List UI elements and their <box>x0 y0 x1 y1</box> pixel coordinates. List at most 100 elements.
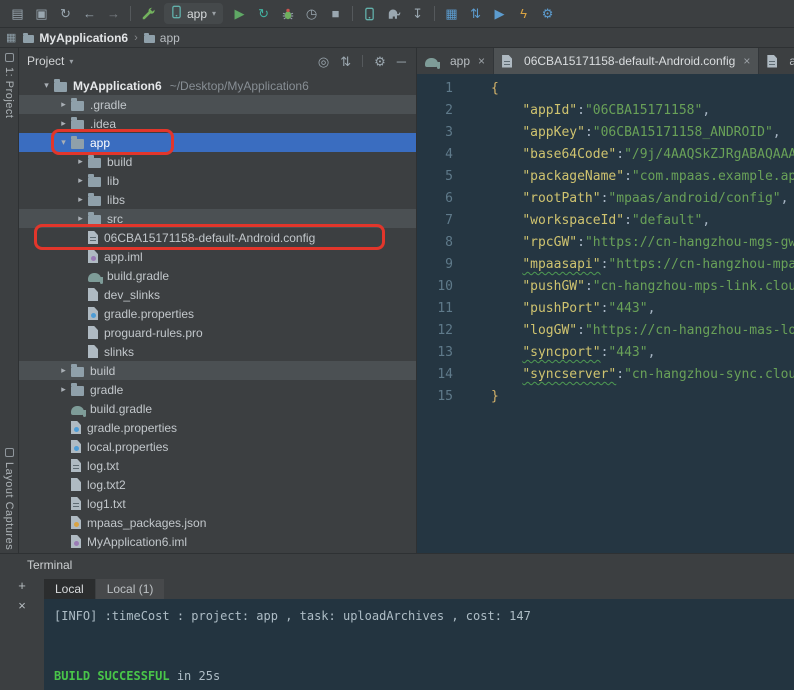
window-tool-toggle-icon[interactable]: ▦ <box>6 31 16 44</box>
tree-item-myapplication6-iml[interactable]: MyApplication6.iml <box>19 532 416 551</box>
settings-icon[interactable]: ⚙ <box>540 6 555 22</box>
save-all-icon[interactable]: ▣ <box>34 6 49 22</box>
editor-tab-app[interactable]: app× <box>417 48 494 74</box>
tree-chevron-icon[interactable]: ▸ <box>73 194 88 205</box>
layout-captures-tool-button[interactable]: Layout Captures <box>0 448 18 550</box>
tree-item-build[interactable]: ▸build <box>19 361 416 380</box>
tree-item-06cba15171158-default-android-config[interactable]: 06CBA15171158-default-Android.config <box>19 228 416 247</box>
tree-item-proguard-rules-pro[interactable]: proguard-rules.pro <box>19 323 416 342</box>
line-number: 14 <box>417 364 461 386</box>
project-tool-label: 1: Project <box>3 67 15 118</box>
layout-inspector-icon[interactable]: ▦ <box>444 6 459 22</box>
run-icon[interactable]: ▶ <box>232 6 247 22</box>
tree-item-local-properties[interactable]: local.properties <box>19 437 416 456</box>
gradle-icon <box>88 273 101 282</box>
gradle-sync-icon[interactable] <box>386 6 401 22</box>
lightning-icon[interactable]: ϟ <box>516 6 531 22</box>
terminal-new-session-button[interactable]: + <box>14 579 30 592</box>
folder-icon <box>71 139 84 149</box>
tree-item-log-txt[interactable]: log.txt <box>19 456 416 475</box>
locate-file-icon[interactable]: ◎ <box>318 55 329 68</box>
tree-chevron-icon[interactable]: ▸ <box>73 213 88 224</box>
tree-item-app[interactable]: ▾app <box>19 133 416 152</box>
tree-item-gradle-properties[interactable]: gradle.properties <box>19 304 416 323</box>
code-line: 3 "appKey":"06CBA15171158_ANDROID", <box>417 122 794 144</box>
code-line: 4 "base64Code":"/9j/4AAQSkZJRgABAQAAAQAB… <box>417 144 794 166</box>
terminal-tabs: LocalLocal (1) <box>44 576 794 599</box>
tree-item-label: app.iml <box>104 250 143 264</box>
terminal-output[interactable]: [INFO] :timeCost : project: app , task: … <box>44 599 794 690</box>
tree-item-label: dev_slinks <box>104 288 160 302</box>
tree-chevron-icon[interactable]: ▸ <box>73 156 88 167</box>
file-icon <box>88 288 98 301</box>
tree-item-lib[interactable]: ▸lib <box>19 171 416 190</box>
folder-icon <box>23 35 34 43</box>
gradle-icon <box>71 406 84 415</box>
tree-item-log1-txt[interactable]: log1.txt <box>19 494 416 513</box>
device-manager-icon[interactable] <box>362 6 377 22</box>
code-editor[interactable]: 1{2 "appId":"06CBA15171158",3 "appKey":"… <box>417 74 794 553</box>
tree-chevron-icon[interactable]: ▸ <box>56 118 71 129</box>
editor-tab-06cba15171158-default-android-config[interactable]: 06CBA15171158-default-Android.config× <box>494 48 759 74</box>
hide-panel-icon[interactable]: ─ <box>397 55 406 68</box>
build-icon[interactable] <box>140 6 155 22</box>
forward-icon[interactable]: → <box>106 6 121 22</box>
editor-tab-app[interactable]: app <box>759 48 794 74</box>
back-icon[interactable]: ← <box>82 6 97 22</box>
tree-item-idea[interactable]: ▸.idea <box>19 114 416 133</box>
breadcrumb-item-myapplication6[interactable]: MyApplication6 <box>23 31 128 45</box>
project-tool-button[interactable]: 1: Project <box>0 53 18 118</box>
line-number: 9 <box>417 254 461 276</box>
tree-chevron-icon[interactable]: ▸ <box>56 365 71 376</box>
tree-item-build-gradle[interactable]: build.gradle <box>19 399 416 418</box>
line-number: 3 <box>417 122 461 144</box>
apply-changes-icon[interactable]: ↻ <box>256 6 271 22</box>
tree-item-mpaas-packages-json[interactable]: mpaas_packages.json <box>19 513 416 532</box>
editor-area: app×06CBA15171158-default-Android.config… <box>417 48 794 553</box>
properties-file-icon <box>88 307 98 320</box>
line-number: 6 <box>417 188 461 210</box>
close-icon[interactable]: × <box>743 54 750 68</box>
tree-item-myapplication6[interactable]: ▾MyApplication6~/Desktop/MyApplication6 <box>19 76 416 95</box>
code-line: 7 "workspaceId":"default", <box>417 210 794 232</box>
tree-item-gradle-properties[interactable]: gradle.properties <box>19 418 416 437</box>
terminal-tab-local[interactable]: Local <box>44 579 95 599</box>
line-number: 5 <box>417 166 461 188</box>
project-view-selector[interactable]: Project ▾ <box>27 54 73 68</box>
tree-chevron-icon[interactable]: ▸ <box>56 99 71 110</box>
sync-publish-icon[interactable]: ⇅ <box>468 6 483 22</box>
terminal-close-button[interactable]: × <box>14 599 30 612</box>
open-icon[interactable]: ▤ <box>10 6 25 22</box>
stop-icon[interactable]: ■ <box>328 6 343 22</box>
collapse-all-icon[interactable]: ⇅ <box>340 55 351 68</box>
gradle-icon <box>425 58 438 67</box>
tree-item-label: build <box>107 155 132 169</box>
run-config-selector[interactable]: app▾ <box>164 3 223 24</box>
tree-item-gradle[interactable]: ▸.gradle <box>19 95 416 114</box>
tree-item-build[interactable]: ▸ build <box>19 152 416 171</box>
breadcrumb-item-app[interactable]: app <box>144 31 180 45</box>
tree-item-log-txt2[interactable]: log.txt2 <box>19 475 416 494</box>
tree-item-src[interactable]: ▸src <box>19 209 416 228</box>
close-icon[interactable]: × <box>478 54 485 68</box>
tree-item-path: ~/Desktop/MyApplication6 <box>170 79 309 93</box>
pane-settings-icon[interactable]: ⚙ <box>374 55 386 68</box>
tree-item-libs[interactable]: ▸libs <box>19 190 416 209</box>
terminal-tab-local-1[interactable]: Local (1) <box>96 579 165 599</box>
tree-chevron-icon[interactable]: ▸ <box>73 175 88 186</box>
tree-item-slinks[interactable]: slinks <box>19 342 416 361</box>
tree-item-dev-slinks[interactable]: dev_slinks <box>19 285 416 304</box>
run-remote-icon[interactable]: ▶ <box>492 6 507 22</box>
tree-item-gradle[interactable]: ▸gradle <box>19 380 416 399</box>
sync-icon[interactable]: ↻ <box>58 6 73 22</box>
tree-item-build-gradle[interactable]: build.gradle <box>19 266 416 285</box>
debug-icon[interactable] <box>280 6 295 22</box>
folder-icon <box>54 82 67 92</box>
tree-item-app-iml[interactable]: app.iml <box>19 247 416 266</box>
tree-chevron-icon[interactable]: ▾ <box>56 137 71 148</box>
sdk-manager-icon[interactable]: ↧ <box>410 6 425 22</box>
terminal-line: [INFO] :timeCost : project: app , task: … <box>54 606 784 626</box>
tree-chevron-icon[interactable]: ▾ <box>39 80 54 91</box>
profile-icon[interactable]: ◷ <box>304 6 319 22</box>
tree-chevron-icon[interactable]: ▸ <box>56 384 71 395</box>
